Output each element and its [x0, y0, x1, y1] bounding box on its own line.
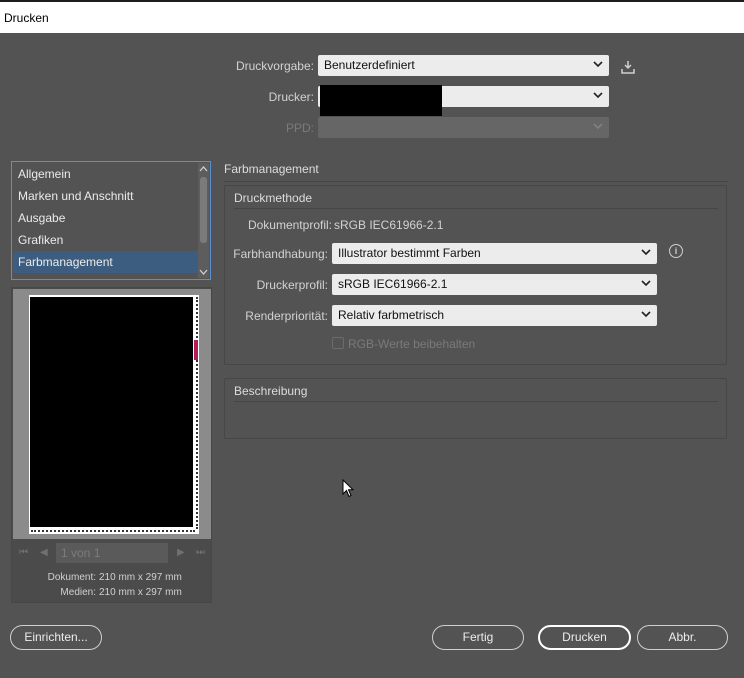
render-priority-dropdown[interactable]: Relativ farbmetrisch	[332, 305, 657, 326]
preset-dropdown[interactable]: Benutzerdefiniert	[318, 55, 609, 76]
preview-area[interactable]	[13, 289, 211, 539]
document-profile-label: Dokumentprofil:	[247, 218, 332, 232]
page-thumbnail	[29, 295, 199, 534]
print-method-title: Druckmethode	[234, 191, 313, 205]
chevron-down-icon	[641, 308, 651, 320]
redacted-printer-name	[320, 85, 442, 116]
color-handling-label: Farbhandhabung:	[233, 247, 328, 261]
sidebar-item-marken-und-anschnitt[interactable]: Marken und Anschnitt	[13, 185, 198, 207]
setup-button[interactable]: Einrichten...	[10, 625, 102, 650]
category-list[interactable]: Allgemein Marken und Anschnitt Ausgabe G…	[11, 161, 211, 280]
sidebar-item-ausgabe[interactable]: Ausgabe	[13, 207, 198, 229]
scrollbar-thumb[interactable]	[200, 177, 207, 243]
page-content-redacted	[30, 297, 193, 527]
save-preset-icon[interactable]	[621, 60, 635, 74]
printer-label: Drucker:	[268, 90, 314, 104]
color-handling-value: Illustrator bestimmt Farben	[338, 246, 481, 260]
document-profile-value: sRGB IEC61966-2.1	[334, 218, 444, 232]
section-title: Farbmanagement	[224, 162, 319, 176]
window-title: Drucken	[4, 11, 49, 25]
done-button[interactable]: Fertig	[432, 625, 524, 650]
page-navigator: ⏮ ◀ 1 von 1 ▶ ⏭	[13, 543, 211, 563]
previous-page-icon[interactable]: ◀	[40, 547, 48, 558]
chevron-down-icon	[641, 277, 651, 289]
print-button[interactable]: Drucken	[538, 625, 631, 650]
last-page-icon[interactable]: ⏭	[196, 547, 205, 558]
chevron-down-icon	[593, 120, 603, 132]
printer-dropdown[interactable]	[318, 85, 609, 116]
printer-profile-value: sRGB IEC61966-2.1	[338, 277, 448, 291]
media-size-label: Medien:	[60, 587, 96, 598]
preset-label: Druckvorgabe:	[235, 59, 314, 73]
cancel-button[interactable]: Abbr.	[637, 625, 728, 650]
chevron-down-icon	[641, 246, 651, 258]
chevron-down-icon	[199, 269, 208, 275]
chevron-up-icon	[199, 166, 208, 172]
document-size-label: Dokument:	[47, 572, 96, 583]
preserve-rgb-label: RGB-Werte beibehalten	[348, 337, 476, 351]
sidebar-scrollbar[interactable]	[198, 163, 209, 278]
info-icon[interactable]: i	[669, 244, 683, 258]
render-priority-label: Renderpriorität:	[245, 309, 328, 323]
media-size-value: 210 mm x 297 mm	[99, 587, 182, 598]
next-page-icon[interactable]: ▶	[177, 547, 185, 558]
description-title: Beschreibung	[234, 384, 308, 398]
sidebar-item-grafiken[interactable]: Grafiken	[13, 229, 198, 251]
print-preview-panel: ⏮ ◀ 1 von 1 ▶ ⏭ Dokument: 210 mm x 297 m…	[11, 287, 212, 603]
preserve-rgb-checkbox[interactable]	[332, 337, 344, 349]
mouse-cursor-icon	[342, 479, 354, 498]
first-page-icon[interactable]: ⏮	[19, 547, 28, 558]
chevron-down-icon	[593, 58, 603, 70]
print-method-divider	[234, 208, 718, 209]
registration-marks-bottom	[31, 529, 195, 532]
page-number-field[interactable]: 1 von 1	[56, 543, 168, 563]
title-bar: Drucken	[0, 0, 744, 33]
ppd-dropdown[interactable]	[318, 117, 609, 138]
section-divider	[224, 181, 728, 182]
chevron-down-icon	[593, 89, 603, 101]
color-bar-mark	[194, 340, 198, 360]
render-priority-value: Relativ farbmetrisch	[338, 308, 445, 322]
printer-profile-label: Druckerprofil:	[256, 278, 328, 292]
registration-marks-right	[194, 297, 198, 529]
preset-value: Benutzerdefiniert	[324, 58, 415, 72]
sidebar-item-farbmanagement[interactable]: Farbmanagement	[13, 251, 198, 273]
sidebar-item-allgemein[interactable]: Allgemein	[13, 163, 198, 185]
document-size-value: 210 mm x 297 mm	[99, 572, 182, 583]
ppd-label: PPD:	[285, 121, 314, 135]
color-handling-dropdown[interactable]: Illustrator bestimmt Farben	[332, 243, 657, 264]
printer-profile-dropdown[interactable]: sRGB IEC61966-2.1	[332, 274, 657, 295]
description-divider	[234, 401, 718, 402]
